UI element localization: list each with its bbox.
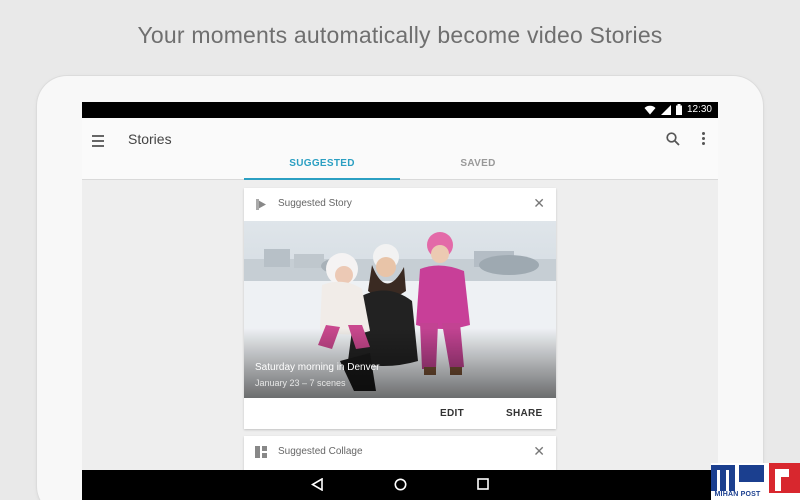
- signal-icon: [660, 104, 671, 115]
- story-title: Saturday morning in Denver: [255, 362, 380, 373]
- back-icon[interactable]: [311, 478, 323, 491]
- home-icon[interactable]: [394, 478, 407, 491]
- story-subtitle: January 23 – 7 scenes: [255, 378, 346, 388]
- card-type-label: Suggested Story: [278, 198, 352, 209]
- suggested-story-card: Suggested Story ✕ Saturday morning in De…: [244, 188, 556, 429]
- app-title: Stories: [128, 131, 172, 147]
- story-photo[interactable]: Saturday morning in Denver January 23 – …: [244, 221, 556, 398]
- watermark-logo-mark: [711, 463, 800, 493]
- device-screen: 12:30 Stories SUGGESTED SAVED Suggested …: [82, 102, 718, 500]
- tab-saved-label: SAVED: [460, 158, 496, 169]
- close-icon[interactable]: ✕: [533, 444, 545, 458]
- active-tab-indicator: [244, 178, 400, 180]
- movie-icon: [256, 199, 266, 210]
- watermark-text: MIHAN POST: [714, 491, 761, 498]
- wifi-icon: [644, 105, 656, 114]
- collage-icon: [255, 446, 267, 458]
- status-bar: 12:30: [82, 102, 718, 118]
- card-type-label: Suggested Collage: [278, 446, 363, 457]
- card-header: Suggested Story ✕: [244, 188, 556, 221]
- tab-suggested[interactable]: SUGGESTED: [244, 158, 400, 180]
- share-button[interactable]: SHARE: [506, 408, 543, 419]
- search-icon[interactable]: [666, 132, 680, 146]
- close-icon[interactable]: ✕: [533, 196, 545, 210]
- nav-bar: [82, 470, 718, 500]
- card-actions: EDIT SHARE: [244, 398, 556, 429]
- card-header: Suggested Collage ✕: [244, 436, 556, 469]
- tab-saved[interactable]: SAVED: [400, 158, 556, 169]
- headline: Your moments automatically become video …: [137, 22, 663, 48]
- edit-button[interactable]: EDIT: [440, 408, 464, 419]
- battery-icon: [675, 104, 682, 115]
- recents-icon[interactable]: [477, 478, 489, 490]
- status-time: 12:30: [686, 104, 712, 115]
- menu-icon[interactable]: [92, 135, 104, 147]
- app-bar: Stories SUGGESTED SAVED: [82, 118, 718, 180]
- more-vert-icon[interactable]: [702, 132, 706, 147]
- watermark-logo: MIHAN POST: [711, 463, 800, 500]
- tab-suggested-label: SUGGESTED: [289, 158, 355, 169]
